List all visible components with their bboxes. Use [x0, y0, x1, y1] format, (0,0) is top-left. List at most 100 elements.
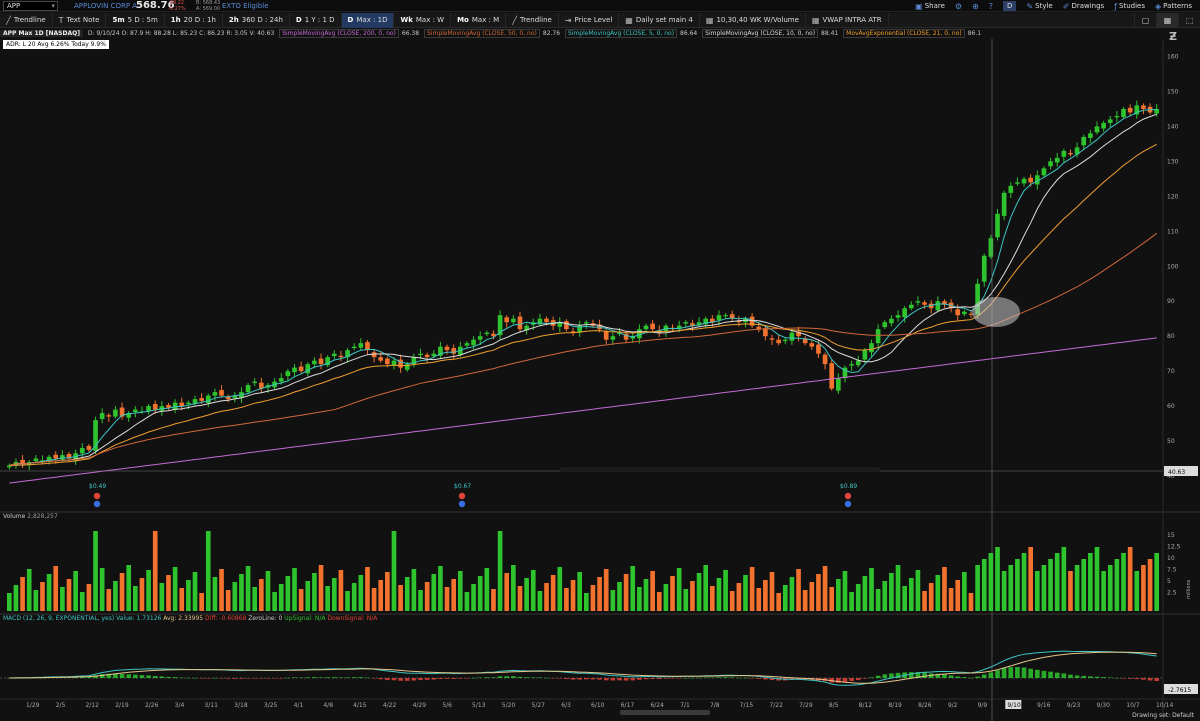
- toolbar-item-4[interactable]: 2h 360 D : 24h: [223, 12, 290, 28]
- macd-bar: [1121, 678, 1126, 679]
- candle-body: [1028, 177, 1033, 183]
- volume-bar: [836, 579, 841, 611]
- symbol-input[interactable]: APP: [3, 1, 58, 11]
- x-tick-label: 4/29: [413, 702, 427, 709]
- candle-body: [1088, 133, 1093, 138]
- price-change-pct: -6.27%: [168, 6, 186, 12]
- x-tick-label: 7/22: [769, 702, 783, 709]
- study-sma-50[interactable]: SimpleMovingAvg (CLOSE, 50, 0, no): [424, 29, 540, 38]
- volume-bar: [736, 583, 742, 611]
- candle-body: [1094, 126, 1100, 133]
- toolbar-item-9[interactable]: ╱ Trendline: [506, 12, 559, 28]
- candle-body: [99, 413, 105, 420]
- candle-body: [418, 353, 423, 356]
- candle-body: [205, 395, 211, 403]
- drawings-button[interactable]: ✐ Drawings: [1063, 2, 1104, 11]
- toolbar-item-5[interactable]: D1 Y : 1 D: [290, 12, 342, 28]
- toolbar-item-2[interactable]: 5m 5 D : 5m: [106, 12, 165, 28]
- help-button[interactable]: ?: [989, 2, 993, 11]
- macd-bar: [690, 677, 695, 679]
- candle-body: [908, 304, 914, 309]
- studies-button[interactable]: ƒ Studies: [1114, 2, 1145, 11]
- toolbar-item-1[interactable]: T Text Note: [53, 12, 107, 28]
- volume-bar: [477, 576, 483, 611]
- macd-bar: [192, 677, 198, 679]
- volume-bar: [922, 591, 927, 611]
- candle-body: [511, 318, 516, 323]
- volume-bar: [424, 582, 430, 611]
- candle-body: [1121, 108, 1126, 117]
- macd-bar: [457, 678, 463, 679]
- volume-bar: [869, 568, 874, 611]
- grid-layout-icon: ▦: [1163, 15, 1172, 25]
- macd-down: DownSignal: N/A: [327, 615, 378, 622]
- study-sma-5[interactable]: SimpleMovingAvg (CLOSE, 5, 0, no): [564, 29, 678, 38]
- study-ema-21[interactable]: MovAvgExponential (CLOSE, 21, 0, no): [843, 29, 965, 38]
- pin-icon: ⊕: [972, 1, 979, 11]
- candle-body: [1068, 152, 1073, 155]
- toolbar-item-8[interactable]: Mo Max : M: [451, 12, 507, 28]
- volume-bar: [272, 592, 277, 611]
- volume-bar: [66, 579, 72, 611]
- bid-ask: B: 568.43 A: 569.00: [196, 0, 220, 12]
- macd-label[interactable]: MACD (12, 26, 9, EXPONENTIAL, yes): [3, 615, 114, 622]
- candle-body: [1061, 150, 1067, 157]
- volume-bar: [955, 580, 961, 611]
- volume-tick-label: 12.5: [1167, 544, 1181, 551]
- volume-bar: [995, 547, 1000, 611]
- aggregation-dropdown[interactable]: D: [1003, 1, 1017, 11]
- macd-bar: [995, 670, 1000, 678]
- trendline-icon: ╱: [512, 15, 518, 25]
- toolbar-item-0[interactable]: ╱ Trendline: [0, 12, 53, 28]
- sma-10-line: [9, 113, 1157, 466]
- patterns-button[interactable]: ◈ Patterns: [1155, 2, 1192, 11]
- link-button[interactable]: ⬚: [1178, 12, 1200, 28]
- grid-icon: ▦: [811, 15, 820, 25]
- candle-body: [935, 301, 941, 311]
- volume-bar: [782, 585, 788, 611]
- volume-bar: [530, 570, 536, 611]
- grid-layout-button[interactable]: ▦: [1156, 12, 1178, 28]
- volume-bar: [1147, 559, 1153, 611]
- toolbar-item-7[interactable]: Wk Max : W: [394, 12, 452, 28]
- candle-body: [464, 343, 470, 346]
- volume-bar: [1101, 571, 1106, 611]
- gear-button[interactable]: ⚙: [955, 2, 962, 11]
- toolbar-item-10[interactable]: ⇥ Price Level: [559, 12, 620, 28]
- macd-bar: [497, 676, 503, 678]
- toolbar-item-11[interactable]: ▦ Daily set main 4: [619, 12, 700, 28]
- toolbar-item-3[interactable]: 1h 20 D : 1h: [165, 12, 223, 28]
- macd-bar: [444, 678, 450, 679]
- study-sma-200[interactable]: SimpleMovingAvg (CLOSE, 200, 0, no): [279, 29, 399, 38]
- volume-bar: [511, 565, 516, 611]
- volume-bar: [1074, 565, 1080, 611]
- candle-body: [292, 367, 297, 373]
- volume-bar: [99, 568, 105, 611]
- toolbar-label: Text Note: [66, 16, 100, 24]
- drawing-set-label[interactable]: Drawing set: Default: [1132, 712, 1194, 719]
- candle-body: [1015, 182, 1020, 184]
- style-button[interactable]: ✎ Style: [1026, 2, 1052, 11]
- study-sma-10[interactable]: SimpleMovingAvg (CLOSE, 10, 0, no): [702, 29, 819, 38]
- study-sma-10-value: 88.41: [821, 30, 839, 37]
- macd-bar: [948, 675, 954, 678]
- toolbar-item-13[interactable]: ▦ VWAP INTRA ATR: [806, 12, 889, 28]
- volume-bar: [6, 593, 12, 611]
- y-tick-label: 130: [1167, 158, 1179, 165]
- volume-bar: [1081, 559, 1087, 611]
- volume-bar: [491, 589, 496, 611]
- candle-body: [53, 454, 59, 459]
- single-layout-button[interactable]: ▢: [1134, 12, 1156, 28]
- candle-body: [915, 301, 921, 303]
- macd-bar: [139, 675, 145, 678]
- volume-bar: [1041, 565, 1047, 611]
- volume-bar: [20, 577, 25, 611]
- macd-avg-line: [9, 651, 1157, 684]
- toolbar-item-12[interactable]: ▦ 10,30,40 WK W/Volume: [700, 12, 806, 28]
- share-button[interactable]: ▣ Share: [915, 2, 945, 11]
- toolbar-bold: 5m: [112, 16, 125, 24]
- x-tick-label: 2/26: [145, 702, 159, 709]
- pin-button[interactable]: ⊕: [972, 2, 979, 11]
- toolbar-item-6[interactable]: D Max : 1D: [341, 12, 395, 28]
- volume-bar: [1068, 571, 1073, 611]
